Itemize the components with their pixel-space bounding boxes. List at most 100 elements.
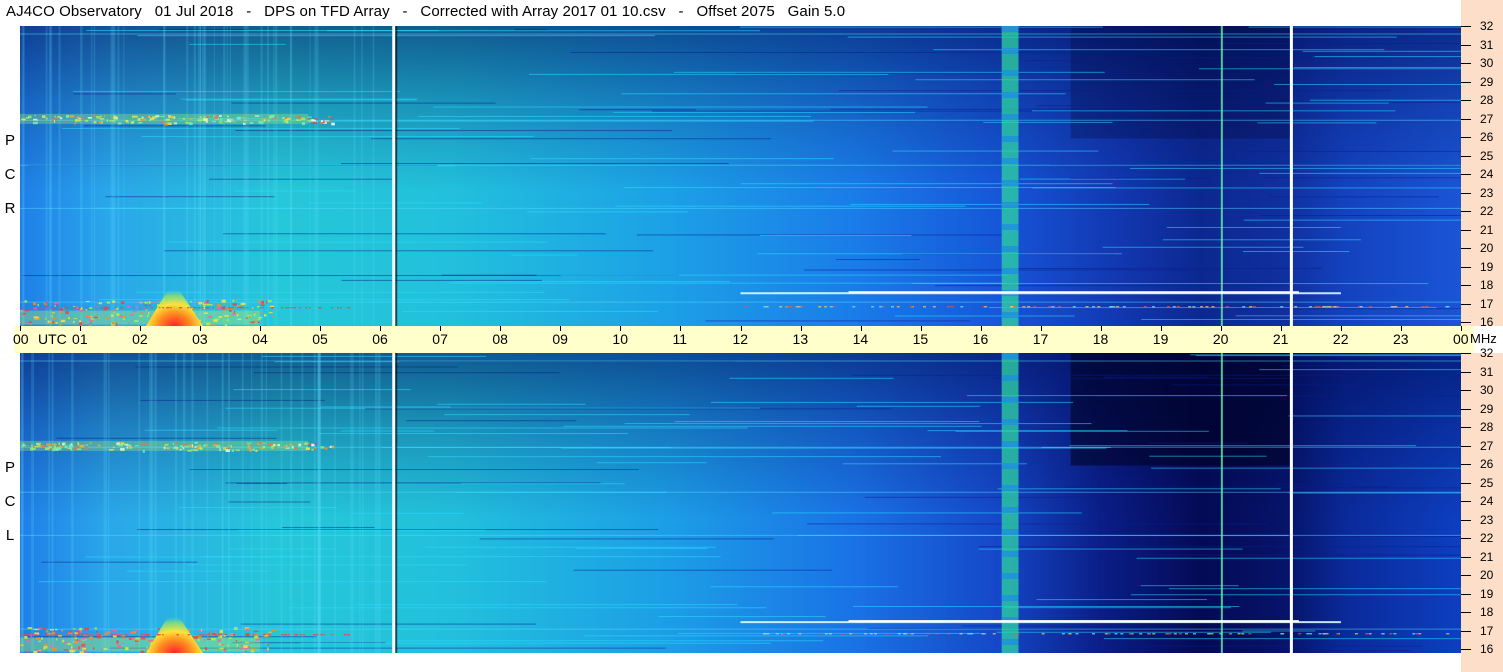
time-tick-7: 07 [432,331,448,347]
lcp-heatmap [20,353,1461,653]
title-offset: Offset 2075 [696,3,775,20]
time-tick-15: 15 [912,331,929,347]
freq-tick-bottom-24: 24 [1480,494,1494,508]
time-tick-mark-23 [1400,326,1402,331]
freq-tick-top-23: 23 [1480,185,1494,200]
freq-tick-mark-bottom-24 [1461,501,1471,502]
freq-tick-top-26: 26 [1480,130,1494,144]
time-tick-1: 01 [72,331,88,347]
freq-tick-mark-top-28 [1461,100,1471,101]
freq-tick-mark-bottom-32 [1461,353,1471,354]
freq-tick-mark-bottom-16 [1461,649,1471,650]
freq-tick-top-25: 25 [1480,148,1494,163]
rcp-label-r: R [4,200,16,217]
freq-tick-mark-top-32 [1461,26,1471,27]
freq-tick-top-29: 29 [1480,74,1494,89]
freq-tick-mark-bottom-18 [1461,612,1471,613]
freq-tick-mark-bottom-26 [1461,464,1471,465]
time-tick-17: 17 [1032,331,1049,347]
freq-tick-bottom-28: 28 [1480,420,1494,434]
freq-tick-mark-top-27 [1461,118,1471,120]
freq-tick-top-28: 28 [1480,93,1494,107]
freq-tick-bottom-30: 30 [1480,383,1494,397]
freq-tick-mark-bottom-20 [1461,575,1471,576]
freq-tick-top-21: 21 [1480,222,1494,237]
freq-tick-mark-bottom-25 [1461,482,1471,484]
freq-tick-bottom-18: 18 [1480,605,1494,619]
time-tick-mark-19 [1160,326,1162,331]
freq-tick-top-31: 31 [1480,37,1494,52]
freq-tick-mark-top-20 [1461,248,1471,249]
time-tick-mark-18 [1100,326,1102,331]
freq-tick-top-18: 18 [1480,278,1494,292]
freq-tick-mark-top-26 [1461,137,1471,138]
time-tick-mark-20 [1220,326,1222,331]
freq-tick-bottom-23: 23 [1480,512,1494,527]
freq-tick-mark-bottom-17 [1461,630,1471,632]
freq-tick-bottom-17: 17 [1480,623,1494,638]
freq-tick-bottom-27: 27 [1480,438,1494,453]
time-tick-5: 05 [312,331,328,347]
lcp-label-p: P [4,459,15,476]
freq-tick-bottom-32: 32 [1480,346,1494,360]
time-tick-2: 02 [132,331,148,347]
freq-tick-bottom-31: 31 [1480,364,1494,379]
time-tick-22: 22 [1332,331,1349,347]
time-tick-mark-12 [740,326,742,331]
freq-tick-top-22: 22 [1480,204,1494,218]
time-tick-mark-0 [20,326,21,331]
freq-tick-mark-top-17 [1461,303,1471,305]
freq-tick-top-30: 30 [1480,56,1494,70]
time-tick-mark-5 [320,326,322,331]
freq-unit-label: MHz [1470,331,1497,346]
time-tick-mark-1 [80,326,82,331]
time-tick-4: 04 [252,331,268,347]
freq-tick-top-16: 16 [1480,315,1494,329]
time-tick-8: 08 [492,331,508,347]
time-tick-mark-9 [560,326,562,331]
time-tick-mark-13 [800,326,802,331]
rcp-spectrogram [20,26,1461,326]
freq-tick-top-32: 32 [1480,19,1494,33]
freq-tick-bottom-20: 20 [1480,568,1494,582]
lcp-label-c: C [4,493,16,510]
time-tick-mark-4 [260,326,262,331]
lcp-label-l: L [5,527,15,544]
freq-tick-bottom-22: 22 [1480,531,1494,545]
freq-tick-mark-bottom-30 [1461,390,1471,391]
freq-tick-mark-top-19 [1461,266,1471,268]
time-tick-mark-3 [200,326,202,331]
time-tick-11: 11 [672,331,687,347]
time-tick-12: 12 [732,331,749,347]
time-tick-mark-16 [980,326,982,331]
freq-tick-mark-bottom-22 [1461,538,1471,539]
freq-tick-bottom-26: 26 [1480,457,1494,471]
title-sep-3: - [678,3,684,20]
rcp-label-c: C [4,166,16,183]
freq-tick-top-20: 20 [1480,241,1494,255]
freq-tick-mark-top-30 [1461,63,1471,64]
freq-tick-mark-bottom-29 [1461,408,1471,410]
time-tick-13: 13 [792,331,809,347]
time-tick-mark-11 [680,326,682,331]
freq-tick-top-24: 24 [1480,167,1494,181]
time-tick-0: 00 [13,331,29,347]
freq-tick-bottom-16: 16 [1480,642,1494,656]
freq-tick-mark-bottom-23 [1461,519,1471,521]
time-tick-24: 00 [1453,331,1469,347]
freq-tick-bottom-25: 25 [1480,475,1494,490]
freq-tick-top-17: 17 [1480,296,1494,311]
time-tick-mark-22 [1340,326,1342,331]
time-tick-3: 03 [192,331,208,347]
time-tick-mark-10 [620,326,622,331]
freq-tick-top-19: 19 [1480,259,1494,274]
freq-tick-mark-top-22 [1461,211,1471,212]
freq-tick-top-27: 27 [1480,111,1494,126]
freq-tick-mark-bottom-27 [1461,445,1471,447]
time-tick-18: 18 [1092,331,1109,347]
freq-tick-mark-top-24 [1461,174,1471,175]
freq-tick-mark-top-21 [1461,229,1471,231]
freq-tick-mark-bottom-28 [1461,427,1471,428]
rcp-heatmap [20,26,1461,326]
time-tick-20: 20 [1212,331,1229,347]
